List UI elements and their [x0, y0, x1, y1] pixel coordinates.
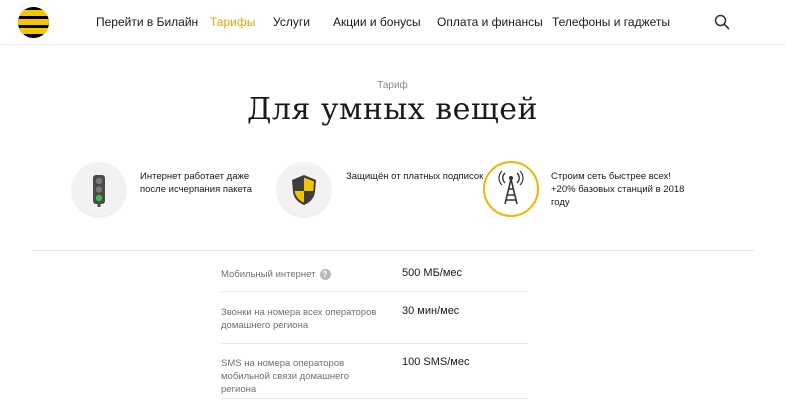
feature-text-internet: Интернет работает даже после исчерпания … — [140, 171, 253, 195]
traffic-light-icon — [93, 175, 105, 207]
spec-value-calls: 30 мин/мес — [402, 305, 460, 317]
nav-item-promotions[interactable]: Акции и бонусы — [333, 15, 421, 29]
spec-divider — [221, 343, 527, 344]
feature-icon-wrap — [277, 162, 331, 216]
shield-icon — [292, 175, 316, 205]
nav-item-go-to-beeline[interactable]: Перейти в Билайн — [96, 15, 198, 29]
spec-label-calls: Звонки на номера всех операторов домашне… — [221, 307, 377, 331]
spec-label-sms: SMS на номера операторов мобильной связи… — [221, 358, 349, 395]
spec-value-sms: 100 SMS/мес — [402, 356, 470, 368]
page-title: Для умных вещей — [246, 92, 538, 127]
spec-value-internet: 500 МБ/мес — [402, 267, 463, 279]
cell-tower-icon — [498, 170, 524, 205]
spec-divider — [221, 398, 527, 399]
nav-item-phones[interactable]: Телефоны и гаджеты — [552, 15, 670, 29]
spec-divider — [221, 291, 527, 292]
info-icon[interactable]: ? — [319, 268, 331, 280]
nav-item-payment[interactable]: Оплата и финансы — [437, 15, 543, 29]
nav-item-services[interactable]: Услуги — [273, 15, 310, 29]
section-divider — [32, 250, 754, 251]
spec-label-text: Мобильный интернет — [221, 269, 316, 280]
search-icon[interactable] — [714, 14, 730, 30]
spec-label-internet: Мобильный интернет? — [221, 268, 381, 281]
header-divider — [0, 44, 785, 45]
site-header: Перейти в Билайн Тарифы Услуги Акции и б… — [0, 0, 785, 45]
tariff-kicker: Тариф — [377, 80, 408, 91]
feature-icon-wrap — [483, 161, 539, 217]
feature-text-network: Строим сеть быстрее всех! +20% базовых с… — [551, 171, 685, 208]
beeline-logo[interactable] — [18, 7, 49, 38]
nav-item-tariffs[interactable]: Тарифы — [210, 15, 255, 29]
feature-icon-wrap — [72, 162, 126, 216]
feature-text-protection: Защищён от платных подписок — [346, 171, 484, 182]
